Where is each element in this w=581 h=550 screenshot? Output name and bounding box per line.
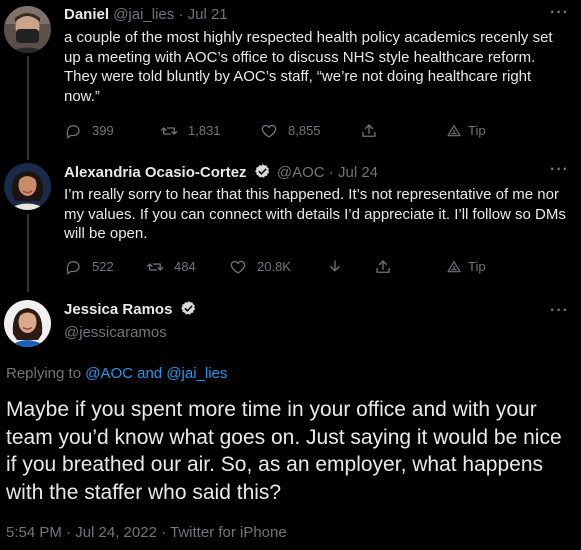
verified-badge-icon: [254, 164, 269, 178]
separator-dot: ·: [178, 6, 184, 23]
reply-icon: [66, 261, 80, 275]
author-name[interactable]: Jessica Ramos: [64, 300, 199, 319]
tweet-header: Alexandria Ocasio-Cortez @AOC · Jul 24: [64, 163, 378, 182]
heart-icon: [230, 260, 246, 274]
tweet-header: Daniel @jai_lies · Jul 21: [64, 6, 228, 24]
tip-label: Tip: [468, 259, 486, 274]
author-handle[interactable]: @jessicaramos: [64, 324, 167, 342]
like-count: 8,855: [288, 123, 321, 138]
avatar[interactable]: [4, 163, 51, 210]
like-button[interactable]: 8,855: [260, 121, 321, 141]
tweet-daniel[interactable]: Daniel @jai_lies · Jul 21 ··· a couple o…: [0, 5, 581, 148]
download-button[interactable]: [326, 257, 354, 277]
tweet-actions: 399 1,831 8,855 Tip: [64, 121, 504, 141]
tip-icon: [447, 125, 461, 137]
author-name[interactable]: Daniel: [64, 6, 109, 23]
reply-button[interactable]: 399: [64, 121, 114, 141]
share-button[interactable]: [360, 121, 388, 141]
tweet-timestamp-source[interactable]: 5:54 PM · Jul 24, 2022 · Twitter for iPh…: [6, 524, 287, 542]
share-icon: [362, 124, 376, 137]
tip-icon: [447, 261, 461, 273]
tweet-actions: 522 484 20.8K Tip: [64, 257, 504, 277]
retweet-button[interactable]: 1,831: [160, 121, 221, 141]
reply-count: 522: [92, 259, 114, 274]
tweet-date[interactable]: Jul 21: [188, 6, 228, 23]
reply-count: 399: [92, 123, 114, 138]
reply-button[interactable]: 522: [64, 257, 114, 277]
share-button[interactable]: [374, 257, 402, 277]
retweet-count: 1,831: [188, 123, 221, 138]
tip-button[interactable]: Tip: [446, 257, 486, 277]
retweet-button[interactable]: 484: [146, 257, 196, 277]
author-handle[interactable]: @jai_lies: [113, 6, 174, 23]
separator-dot: ·: [328, 164, 334, 181]
tweet-text: a couple of the most highly respected he…: [64, 29, 553, 105]
verified-badge-icon: [180, 301, 195, 315]
heart-icon: [261, 124, 277, 138]
retweet-icon: [160, 127, 178, 135]
replying-to-link[interactable]: @AOC and @jai_lies: [85, 365, 227, 382]
reply-icon: [66, 125, 80, 139]
avatar[interactable]: [4, 300, 51, 347]
like-button[interactable]: 20.8K: [229, 257, 291, 277]
like-count: 20.8K: [257, 259, 291, 274]
author-handle[interactable]: @AOC: [277, 164, 325, 181]
main-tweet-text: Maybe if you spent more time in your off…: [6, 398, 562, 504]
author-name[interactable]: Alexandria Ocasio-Cortez: [64, 164, 247, 181]
more-options-icon[interactable]: ···: [550, 5, 569, 21]
main-tweet[interactable]: Jessica Ramos @jessicaramos ··· Replying…: [0, 300, 581, 550]
replying-prefix: Replying to: [6, 365, 86, 382]
tip-button[interactable]: Tip: [446, 121, 486, 141]
tweet-text: I’m really sorry to hear that this happe…: [64, 186, 566, 242]
tip-label: Tip: [468, 123, 486, 138]
avatar[interactable]: [4, 6, 51, 53]
more-options-icon[interactable]: ···: [550, 303, 569, 319]
share-icon: [376, 260, 390, 273]
retweet-count: 484: [174, 259, 196, 274]
tweet-aoc[interactable]: Alexandria Ocasio-Cortez @AOC · Jul 24 ·…: [0, 162, 581, 283]
replying-to: Replying to @AOC and @jai_lies: [6, 365, 227, 383]
retweet-icon: [146, 263, 164, 271]
more-options-icon[interactable]: ···: [550, 162, 569, 178]
author-name-text[interactable]: Jessica Ramos: [64, 301, 172, 318]
tweet-date[interactable]: Jul 24: [338, 164, 378, 181]
download-arrow-icon: [330, 260, 340, 272]
